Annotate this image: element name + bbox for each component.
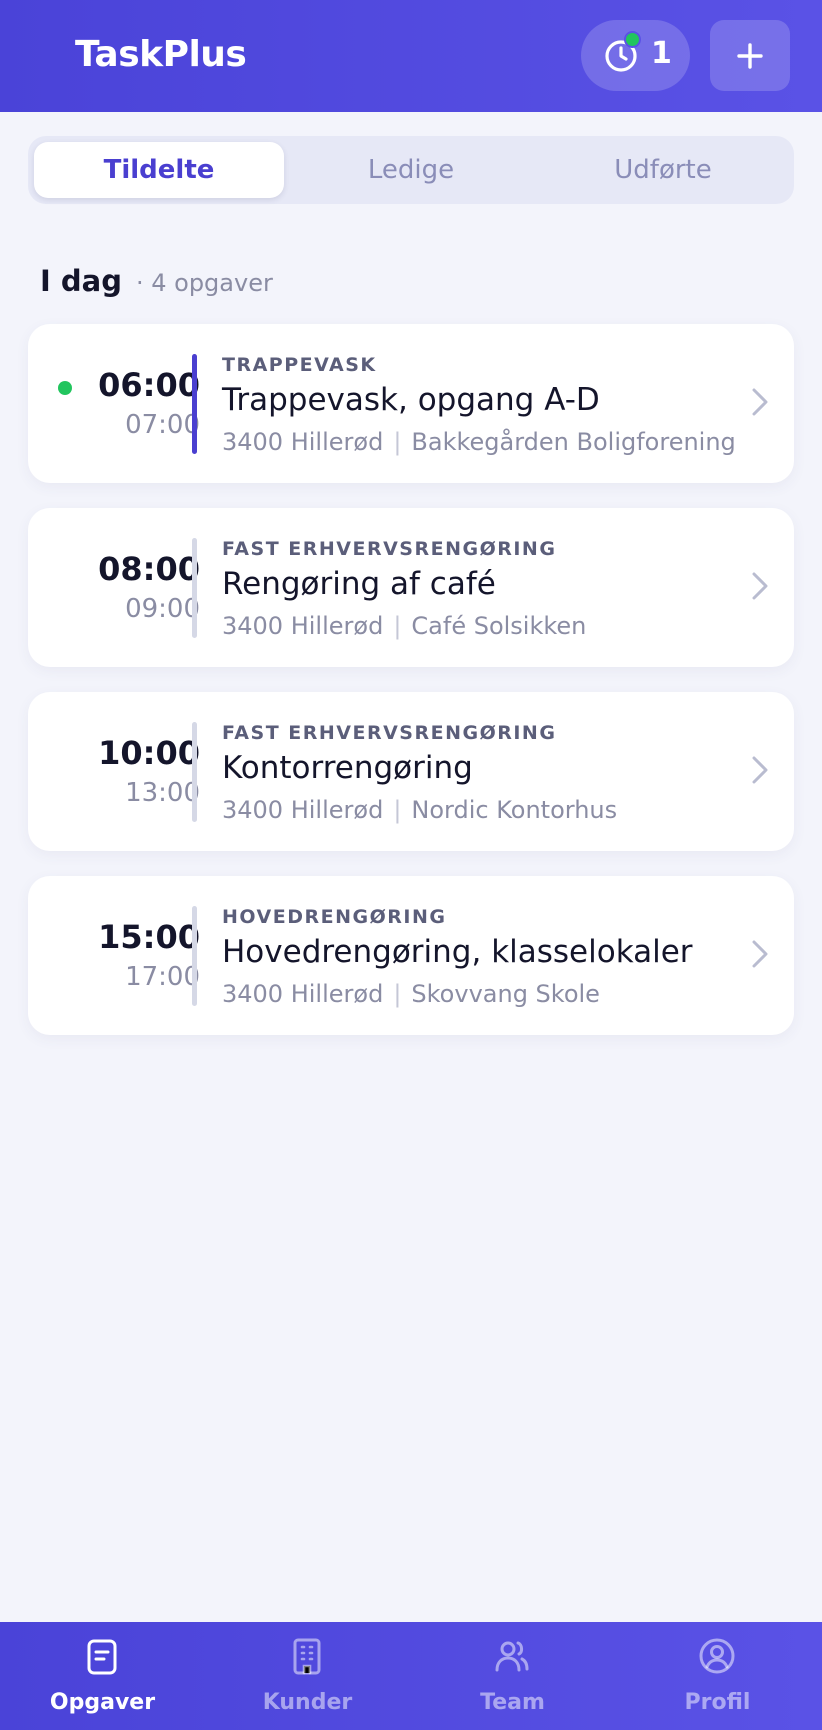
task-location: 3400 Hillerød xyxy=(222,612,384,640)
clipboard-icon xyxy=(87,1639,117,1675)
task-status-bar xyxy=(192,722,197,822)
task-category: TRAPPEVASK xyxy=(222,354,377,376)
task-start-time: 06:00 xyxy=(98,366,200,404)
task-end-time: 09:00 xyxy=(125,594,200,624)
meta-separator: | xyxy=(393,612,402,640)
task-customer: Nordic Kontorhus xyxy=(411,796,618,824)
tab-tildelte[interactable]: Tildelte xyxy=(34,142,284,198)
task-meta: 3400 Hillerød | Bakkegården Boligforening xyxy=(222,428,736,456)
nav-item-team[interactable]: Team xyxy=(410,1622,615,1730)
meta-separator: | xyxy=(393,428,402,456)
task-location: 3400 Hillerød xyxy=(222,428,384,456)
section-title: I dag xyxy=(40,264,122,298)
task-end-time: 17:00 xyxy=(125,962,200,992)
task-category: FAST ERHVERVSRENGØRING xyxy=(222,722,557,744)
plus-icon xyxy=(737,43,763,69)
task-start-time: 10:00 xyxy=(98,734,200,772)
task-category: FAST ERHVERVSRENGØRING xyxy=(222,538,557,560)
chevron-right-icon xyxy=(752,388,768,416)
task-filter-tabs: Tildelte Ledige Udførte xyxy=(28,136,794,204)
task-category: HOVEDRENGØRING xyxy=(222,906,447,928)
app-title: TaskPlus xyxy=(75,34,247,75)
task-card[interactable]: 06:00 07:00 TRAPPEVASK Trappevask, opgan… xyxy=(28,324,794,483)
task-customer: Café Solsikken xyxy=(411,612,587,640)
chevron-right-icon xyxy=(752,940,768,968)
nav-item-opgaver[interactable]: Opgaver xyxy=(0,1622,205,1730)
chevron-right-icon xyxy=(752,572,768,600)
task-end-time: 07:00 xyxy=(125,410,200,440)
bottom-navigation: Opgaver Kunder Team Profil xyxy=(0,1622,822,1730)
task-start-time: 08:00 xyxy=(98,550,200,588)
task-card[interactable]: 08:00 09:00 FAST ERHVERVSRENGØRING Rengø… xyxy=(28,508,794,667)
task-customer: Bakkegården Boligforening xyxy=(411,428,736,456)
meta-separator: | xyxy=(393,980,402,1008)
app-header: TaskPlus 1 xyxy=(0,0,822,112)
timer-status-dot xyxy=(624,31,641,48)
tab-ledige[interactable]: Ledige xyxy=(286,142,536,198)
task-card[interactable]: 10:00 13:00 FAST ERHVERVSRENGØRING Konto… xyxy=(28,692,794,851)
task-start-time: 15:00 xyxy=(98,918,200,956)
task-status-bar xyxy=(192,906,197,1006)
task-status-bar xyxy=(192,538,197,638)
nav-item-kunder[interactable]: Kunder xyxy=(205,1622,410,1730)
in-progress-dot xyxy=(58,381,72,395)
task-end-time: 13:00 xyxy=(125,778,200,808)
meta-separator: | xyxy=(393,796,402,824)
building-icon xyxy=(293,1638,321,1675)
active-timer-button[interactable]: 1 xyxy=(581,20,690,91)
section-count: · 4 opgaver xyxy=(135,269,273,297)
nav-item-profil[interactable]: Profil xyxy=(615,1622,820,1730)
task-meta: 3400 Hillerød | Nordic Kontorhus xyxy=(222,796,617,824)
task-meta: 3400 Hillerød | Café Solsikken xyxy=(222,612,586,640)
tab-udforte[interactable]: Udførte xyxy=(538,142,788,198)
add-task-button[interactable] xyxy=(710,20,790,91)
task-title: Hovedrengøring, klasselokaler xyxy=(222,934,693,970)
team-icon xyxy=(495,1641,529,1672)
nav-label: Opgaver xyxy=(49,1690,156,1715)
task-card[interactable]: 15:00 17:00 HOVEDRENGØRING Hovedrengørin… xyxy=(28,876,794,1035)
task-customer: Skovvang Skole xyxy=(411,980,600,1008)
timer-count: 1 xyxy=(651,36,672,71)
task-title: Rengøring af café xyxy=(222,566,496,602)
task-location: 3400 Hillerød xyxy=(222,980,384,1008)
task-location: 3400 Hillerød xyxy=(222,796,384,824)
profile-icon xyxy=(699,1638,735,1674)
section-header: I dag · 4 opgaver xyxy=(40,264,273,298)
nav-label: Team xyxy=(480,1690,545,1715)
task-title: Kontorrengøring xyxy=(222,750,473,786)
task-status-bar xyxy=(192,354,197,454)
chevron-right-icon xyxy=(752,756,768,784)
nav-label: Profil xyxy=(684,1690,751,1715)
task-meta: 3400 Hillerød | Skovvang Skole xyxy=(222,980,600,1008)
nav-label: Kunder xyxy=(262,1690,353,1715)
task-title: Trappevask, opgang A-D xyxy=(222,382,600,418)
